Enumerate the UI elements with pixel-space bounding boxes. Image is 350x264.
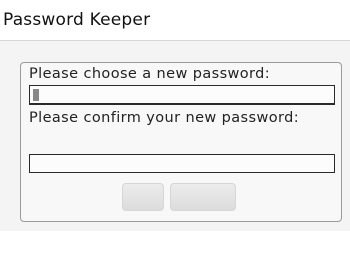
new-password-input[interactable] <box>30 86 334 103</box>
confirm-password-field[interactable] <box>29 154 335 173</box>
ok-button[interactable] <box>122 183 164 211</box>
cancel-button[interactable] <box>170 183 236 211</box>
new-password-field[interactable] <box>29 85 335 105</box>
confirm-password-label: Please confirm your new password: <box>29 110 299 126</box>
app-title: Password Keeper <box>3 10 151 30</box>
confirm-password-input[interactable] <box>30 155 334 172</box>
password-keeper-screen: Password Keeper Please choose a new pass… <box>0 0 350 264</box>
new-password-label: Please choose a new password: <box>29 66 271 82</box>
change-password-dialog: Please choose a new password: Please con… <box>20 62 342 222</box>
